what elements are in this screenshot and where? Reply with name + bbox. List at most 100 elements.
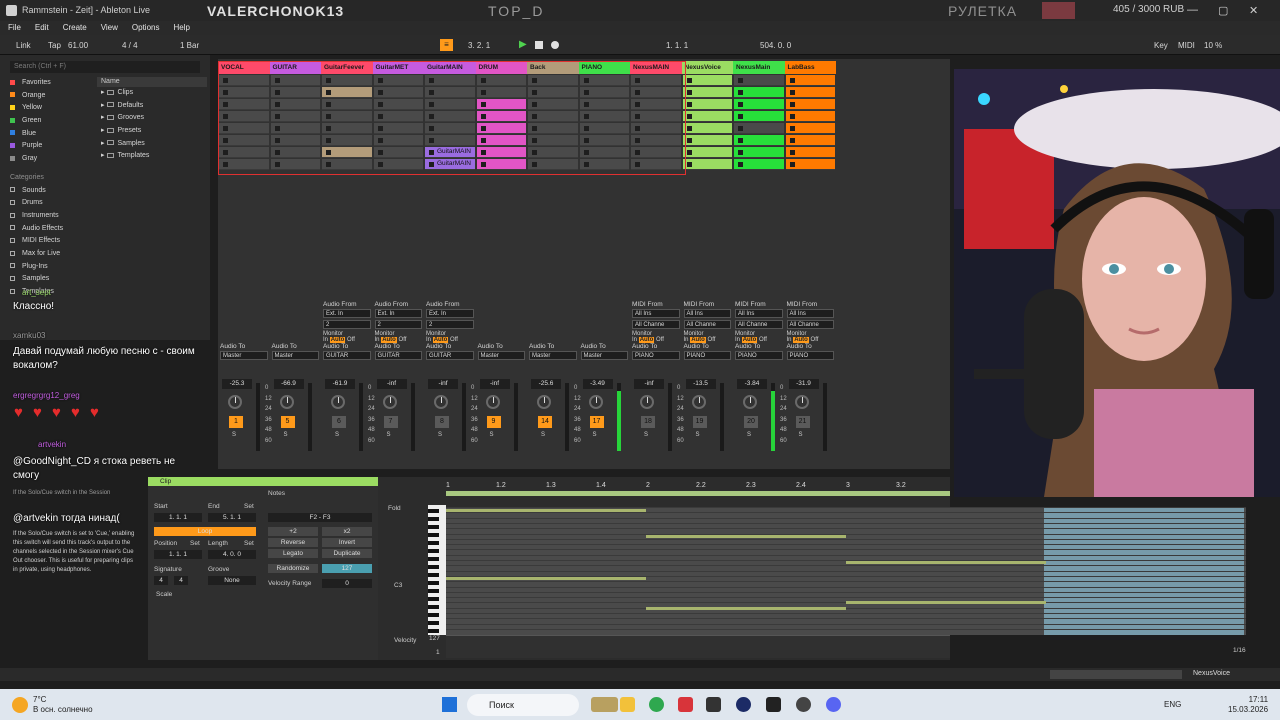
input-source-select[interactable]: Ext. In [426, 309, 474, 318]
close-icon[interactable]: ✕ [1249, 4, 1258, 17]
clip-stop-icon[interactable] [532, 162, 537, 167]
track-header[interactable]: GuitarFeever [321, 61, 373, 74]
clip-slot[interactable] [734, 111, 784, 122]
output-destination-select[interactable]: PIANO [735, 351, 783, 360]
clip-slot[interactable] [270, 159, 320, 170]
clip-stop-icon[interactable] [789, 126, 795, 131]
track-header[interactable]: NexusVoice [681, 61, 733, 74]
disclosure-triangle-icon[interactable]: ▸ [101, 140, 105, 147]
disclosure-triangle-icon[interactable]: ▸ [101, 102, 105, 109]
clip-slot[interactable] [785, 99, 835, 110]
transpose-up-button[interactable]: +2 [268, 527, 318, 536]
minimize-icon[interactable]: — [1187, 4, 1198, 16]
signature-numerator-field[interactable]: 4 [154, 576, 168, 585]
taskbar-search[interactable]: Поиск [467, 694, 579, 716]
clip-stop-icon[interactable] [686, 102, 692, 107]
clip-slot[interactable] [631, 75, 681, 86]
clip-stop-icon[interactable] [429, 114, 434, 119]
midi-map-button[interactable]: MIDI [1178, 41, 1195, 50]
midi-note[interactable] [446, 577, 646, 580]
clip-stop-icon[interactable] [377, 102, 383, 107]
clip-slot[interactable] [528, 75, 578, 86]
clip-stop-icon[interactable] [686, 138, 692, 143]
input-source-select[interactable]: All Ins [735, 309, 783, 318]
record-icon[interactable] [551, 41, 559, 49]
track-volume-readout[interactable]: -61.9 [325, 379, 355, 389]
clip-slot[interactable] [579, 99, 629, 110]
track-activator-button[interactable]: 8 [435, 416, 449, 428]
time-signature-field[interactable]: 4 / 4 [122, 41, 138, 50]
notes-tab[interactable]: Notes [268, 490, 285, 497]
clip-stop-icon[interactable] [686, 126, 692, 131]
clip-stop-icon[interactable] [326, 126, 331, 131]
clip-stop-icon[interactable] [686, 90, 692, 95]
overview-scroll[interactable] [1050, 670, 1182, 679]
piano-black-key[interactable] [428, 613, 439, 617]
clip-slot[interactable] [579, 135, 629, 146]
clip-stop-icon[interactable] [480, 126, 486, 131]
clip-slot[interactable] [579, 87, 629, 98]
clip-stop-icon[interactable] [532, 102, 537, 107]
track-activator-button[interactable]: 5 [280, 416, 295, 428]
set-end-button[interactable]: Set [244, 503, 254, 510]
clip-stop-icon[interactable] [532, 150, 537, 155]
clip-slot[interactable] [631, 135, 681, 146]
input-channel-select[interactable]: All Channe [786, 320, 834, 329]
clip-stop-icon[interactable] [326, 90, 331, 95]
tag-item-yellow[interactable]: Yellow [10, 102, 93, 115]
clip-slot[interactable] [270, 123, 320, 134]
folder-item[interactable]: ▸ Grooves [97, 112, 207, 125]
solo-button[interactable]: S [799, 432, 803, 438]
tag-item-purple[interactable]: Purple [10, 140, 93, 153]
clip-slot[interactable] [322, 75, 372, 86]
name-column-header[interactable]: Name [97, 77, 207, 87]
track-header[interactable]: NexusMain [733, 61, 785, 74]
clip-stop-icon[interactable] [635, 114, 640, 119]
loop-start-field[interactable]: 1. 1. 1 [666, 41, 688, 50]
clip-stop-icon[interactable] [635, 90, 640, 95]
clip-slot[interactable] [322, 87, 372, 98]
clip-stop-icon[interactable] [686, 150, 692, 155]
clip-slot[interactable] [425, 87, 475, 98]
track-header[interactable]: NexusMAIN [630, 61, 682, 74]
track-header[interactable]: GuitarMET [372, 61, 424, 74]
tap-button[interactable]: Tap [48, 41, 61, 50]
clip-slot[interactable] [219, 123, 269, 134]
search-highlight-icon[interactable] [591, 697, 618, 712]
clip-slot[interactable] [734, 147, 784, 158]
clip-slot[interactable] [373, 147, 423, 158]
clip-slot[interactable] [322, 111, 372, 122]
end-field[interactable]: 5. 1. 1 [208, 513, 256, 522]
clip-slot[interactable] [425, 99, 475, 110]
start-field[interactable]: 1. 1. 1 [154, 513, 202, 522]
clip-stop-icon[interactable] [326, 162, 331, 167]
clip-stop-icon[interactable] [326, 102, 331, 107]
clip-stop-icon[interactable] [686, 162, 692, 167]
clip-stop-icon[interactable] [326, 114, 331, 119]
clip-stop-icon[interactable] [789, 90, 795, 95]
clip-slot[interactable] [322, 123, 372, 134]
output-destination-select[interactable]: Master [271, 351, 319, 360]
clip-slot[interactable] [425, 75, 475, 86]
set-position-button[interactable]: Set [190, 540, 200, 547]
clip-stop-icon[interactable] [686, 114, 692, 119]
clip-slot[interactable] [425, 123, 475, 134]
clip-stop-icon[interactable] [274, 114, 280, 119]
pan-knob[interactable] [588, 395, 603, 409]
app-icon-blue[interactable] [736, 697, 751, 712]
clip-slot[interactable] [579, 111, 629, 122]
stop-icon[interactable] [535, 41, 543, 49]
clip-slot[interactable] [682, 147, 732, 158]
clip-slot[interactable] [682, 111, 732, 122]
clip-slot[interactable] [579, 159, 629, 170]
clip-slot[interactable] [528, 123, 578, 134]
disclosure-triangle-icon[interactable]: ▸ [101, 127, 105, 134]
piano-black-key[interactable] [428, 565, 439, 569]
clip-slot[interactable] [476, 147, 526, 158]
clip-slot[interactable] [734, 99, 784, 110]
randomize-amount-field[interactable]: 127 [322, 564, 372, 573]
piano-black-key[interactable] [428, 541, 439, 545]
menu-view[interactable]: View [101, 21, 118, 35]
track-activator-button[interactable]: 14 [538, 416, 552, 428]
clip-stop-icon[interactable] [480, 150, 486, 155]
